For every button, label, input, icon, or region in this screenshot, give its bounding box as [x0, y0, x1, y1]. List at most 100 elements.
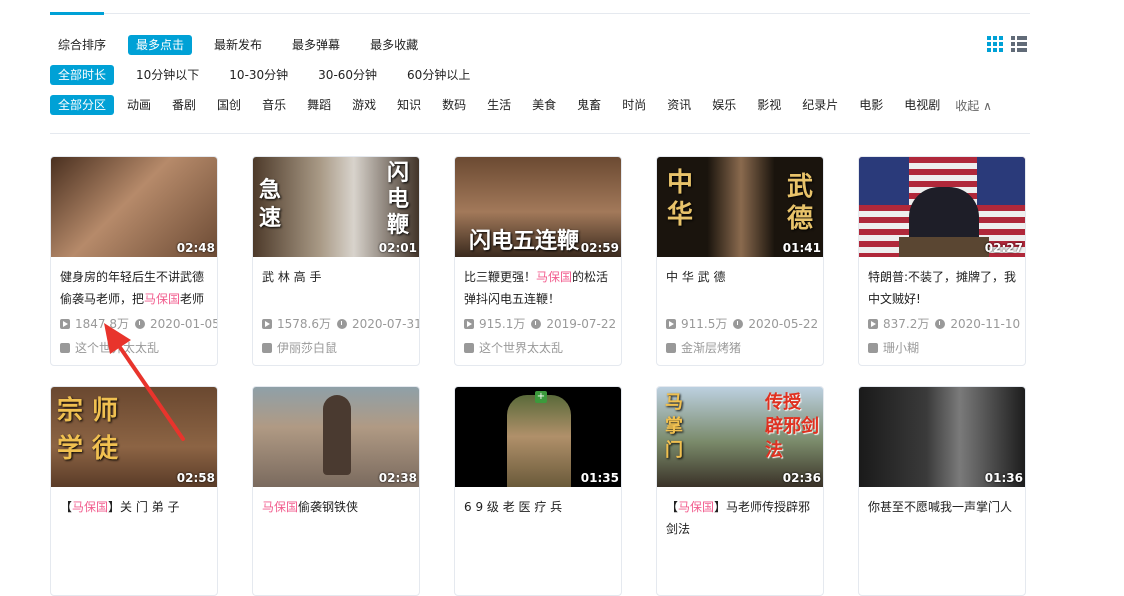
uploader-name: 这个世界太太乱: [75, 341, 160, 355]
video-title[interactable]: 武 林 高 手: [262, 266, 414, 288]
thumbnail-caption: 传授 辟邪剑法: [765, 392, 819, 461]
uploader-icon: [666, 342, 676, 353]
duration-option-30-60[interactable]: 30-60分钟: [310, 65, 385, 85]
podium: [899, 237, 989, 257]
video-thumbnail[interactable]: 宗 师 学 徒 02:58: [51, 387, 217, 487]
view-count: 837.2万: [883, 317, 930, 331]
zone-option[interactable]: 音乐: [254, 95, 294, 115]
video-title[interactable]: 特朗普:不装了，摊牌了，我中文贼好!: [868, 266, 1020, 310]
sort-option-comprehensive[interactable]: 综合排序: [50, 35, 114, 55]
video-card[interactable]: + 01:35 6 9 级 老 医 疗 兵: [454, 386, 622, 596]
duration-option-all[interactable]: 全部时长: [50, 65, 115, 85]
video-card[interactable]: 急速 闪电鞭 02:01 武 林 高 手 1578.6万 2020-07-31 …: [252, 156, 420, 366]
play-count-icon: [666, 318, 676, 329]
video-card[interactable]: 01:36 你甚至不愿喊我一声掌门人: [858, 386, 1026, 596]
zone-option[interactable]: 电影: [851, 95, 891, 115]
uploader[interactable]: 这个世界太太乱: [464, 339, 563, 356]
video-thumbnail[interactable]: 闪电五连鞭 02:59: [455, 157, 621, 257]
grid-view-icon[interactable]: [987, 36, 1003, 52]
uploader[interactable]: 金渐层烤猪: [666, 339, 741, 356]
video-duration: 02:36: [782, 471, 821, 485]
duration-filter-row: 全部时长 10分钟以下 10-30分钟 30-60分钟 60分钟以上: [50, 64, 492, 86]
zone-option[interactable]: 国创: [209, 95, 249, 115]
zone-option[interactable]: 娱乐: [704, 95, 744, 115]
play-count-icon: [464, 318, 474, 329]
view-toggle: [987, 36, 1027, 52]
video-title[interactable]: 你甚至不愿喊我一声掌门人: [868, 496, 1020, 518]
duration-option-10-30[interactable]: 10-30分钟: [221, 65, 296, 85]
list-view-icon[interactable]: [1011, 36, 1027, 52]
uploader-name: 珊小糊: [883, 341, 920, 355]
video-card[interactable]: 02:27 特朗普:不装了，摊牌了，我中文贼好! 837.2万 2020-11-…: [858, 156, 1026, 366]
sort-option-most-favorites[interactable]: 最多收藏: [362, 35, 426, 55]
video-thumbnail[interactable]: 急速 闪电鞭 02:01: [253, 157, 419, 257]
upload-date: 2020-11-10: [950, 316, 1021, 331]
video-title[interactable]: 【马保国】关 门 弟 子: [60, 496, 212, 518]
video-thumbnail[interactable]: 马掌门 传授 辟邪剑法 02:36: [657, 387, 823, 487]
duration-option-over-60[interactable]: 60分钟以上: [399, 65, 478, 85]
video-title[interactable]: 6 9 级 老 医 疗 兵: [464, 496, 616, 518]
zone-option[interactable]: 游戏: [344, 95, 384, 115]
zone-option[interactable]: 影视: [749, 95, 789, 115]
clock-icon: [733, 318, 744, 329]
play-count-icon: [60, 318, 70, 329]
zone-option[interactable]: 时尚: [614, 95, 654, 115]
video-title[interactable]: 中 华 武 德: [666, 266, 818, 288]
play-count-icon: [868, 318, 878, 329]
zone-option[interactable]: 资讯: [659, 95, 699, 115]
video-card[interactable]: 中华 武德 01:41 中 华 武 德 911.5万 2020-05-22 金渐…: [656, 156, 824, 366]
thumbnail-caption: 马掌门: [665, 392, 683, 461]
video-duration: 02:59: [580, 241, 619, 255]
video-title[interactable]: 【马保国】马老师传授辟邪剑法: [666, 496, 818, 540]
clock-icon: [135, 318, 145, 329]
zone-option[interactable]: 美食: [524, 95, 564, 115]
zone-option[interactable]: 舞蹈: [299, 95, 339, 115]
thumbnail-caption: 武德: [787, 172, 814, 234]
upload-date: 2020-01-05: [150, 316, 218, 331]
video-card[interactable]: 宗 师 学 徒 02:58 【马保国】关 门 弟 子: [50, 386, 218, 596]
video-thumbnail[interactable]: 02:48: [51, 157, 217, 257]
video-card[interactable]: 闪电五连鞭 02:59 比三鞭更强！马保国的松活弹抖闪电五连鞭！ 915.1万 …: [454, 156, 622, 366]
uploader[interactable]: 伊丽莎白鼠: [262, 339, 337, 356]
flag-canton: [859, 157, 909, 205]
zone-option[interactable]: 全部分区: [50, 95, 115, 115]
zone-option[interactable]: 电视剧: [896, 95, 948, 115]
zone-option[interactable]: 生活: [479, 95, 519, 115]
video-thumbnail[interactable]: 中华 武德 01:41: [657, 157, 823, 257]
collapse-toggle[interactable]: 收起 ∧: [955, 97, 992, 114]
figure: [323, 395, 351, 475]
uploader-name: 伊丽莎白鼠: [277, 341, 338, 355]
zone-option[interactable]: 动画: [119, 95, 159, 115]
video-card[interactable]: 马掌门 传授 辟邪剑法 02:36 【马保国】马老师传授辟邪剑法: [656, 386, 824, 596]
sort-option-most-clicks[interactable]: 最多点击: [128, 35, 193, 55]
uploader-icon: [262, 342, 272, 353]
video-thumbnail[interactable]: 02:27: [859, 157, 1025, 257]
zone-option[interactable]: 鬼畜: [569, 95, 609, 115]
duration-option-under-10[interactable]: 10分钟以下: [128, 65, 207, 85]
video-title[interactable]: 比三鞭更强！马保国的松活弹抖闪电五连鞭！: [464, 266, 616, 310]
uploader[interactable]: 这个世界太太乱: [60, 339, 159, 356]
zone-option[interactable]: 纪录片: [794, 95, 846, 115]
zone-option[interactable]: 数码: [434, 95, 474, 115]
zone-option[interactable]: 知识: [389, 95, 429, 115]
video-duration: 02:27: [984, 241, 1023, 255]
video-title[interactable]: 马保国偷袭钢铁侠: [262, 496, 414, 518]
chevron-up-icon: ∧: [983, 98, 992, 113]
video-title[interactable]: 健身房的年轻后生不讲武德偷袭马老师，把马保国老师: [60, 266, 212, 310]
video-card[interactable]: 02:48 健身房的年轻后生不讲武德偷袭马老师，把马保国老师 1847.8万 2…: [50, 156, 218, 366]
video-thumbnail[interactable]: + 01:35: [455, 387, 621, 487]
uploader[interactable]: 珊小糊: [868, 339, 919, 356]
video-stats: 911.5万 2020-05-22: [666, 315, 818, 332]
sort-option-newest[interactable]: 最新发布: [206, 35, 270, 55]
zone-option[interactable]: 番剧: [164, 95, 204, 115]
video-duration: 02:38: [378, 471, 417, 485]
view-count: 1578.6万: [277, 317, 331, 331]
play-count-icon: [262, 318, 272, 329]
video-thumbnail[interactable]: 02:38: [253, 387, 419, 487]
view-count: 915.1万: [479, 317, 526, 331]
video-thumbnail[interactable]: 01:36: [859, 387, 1025, 487]
sort-option-most-danmaku[interactable]: 最多弹幕: [284, 35, 348, 55]
video-card[interactable]: 02:38 马保国偷袭钢铁侠: [252, 386, 420, 596]
active-tab-indicator: [50, 12, 104, 15]
thumbnail-caption: 闪电鞭: [387, 161, 410, 238]
